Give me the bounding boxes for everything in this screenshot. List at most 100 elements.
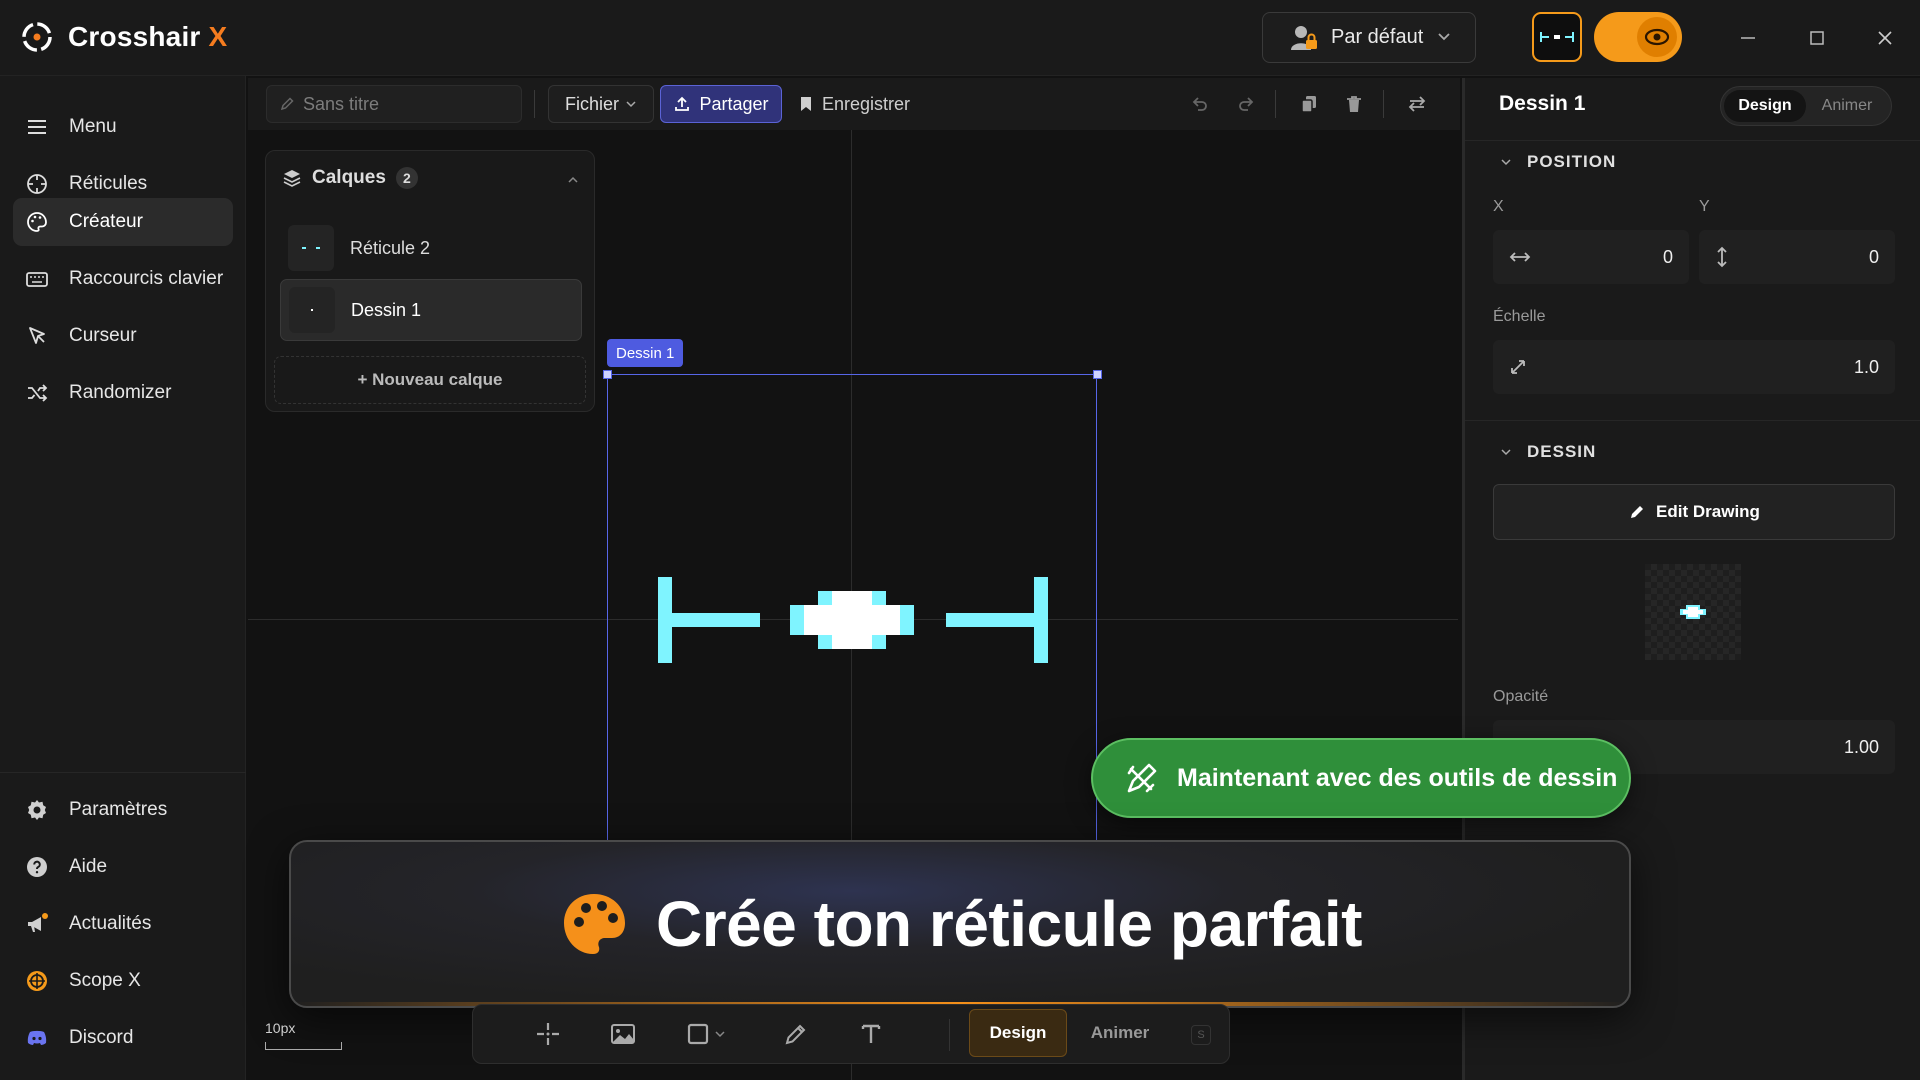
promo-banner: Crée ton réticule parfait — [289, 840, 1631, 1008]
app-name: Crosshair X — [68, 21, 228, 52]
resize-handle[interactable] — [603, 370, 612, 379]
drawing-tools-icon — [1127, 763, 1157, 793]
title-bar: Crosshair X Par défaut — [0, 0, 1920, 76]
panel-divider — [1465, 420, 1920, 421]
drawing-preview — [1645, 564, 1741, 660]
toolbar-divider — [1383, 90, 1384, 118]
layer-item[interactable]: Réticule 2 — [280, 217, 582, 279]
megaphone-icon — [28, 913, 48, 932]
canvas-scale-label: 10px — [265, 1020, 296, 1036]
tab-design[interactable]: Design — [1724, 90, 1806, 122]
gear-icon — [28, 800, 46, 820]
banner-headline: Crée ton réticule parfait — [656, 888, 1362, 960]
position-x-field[interactable]: 0 — [1493, 230, 1689, 284]
swap-icon[interactable] — [1404, 91, 1430, 117]
text-tool-icon[interactable] — [856, 1019, 886, 1049]
tab-design[interactable]: Design — [969, 1009, 1067, 1057]
cursor-icon — [29, 327, 45, 344]
trash-icon[interactable] — [1341, 91, 1367, 117]
image-icon[interactable] — [608, 1019, 638, 1049]
file-menu-button[interactable]: Fichier — [548, 85, 654, 123]
selection-label: Dessin 1 — [607, 339, 684, 367]
discord-icon — [27, 1030, 47, 1045]
drawing-section-header[interactable]: DESSIN — [1499, 442, 1596, 462]
user-lock-icon — [1291, 25, 1317, 50]
palette-icon — [27, 212, 47, 232]
crosshair-preview-button[interactable] — [1532, 12, 1582, 62]
sidebar-item-keybinds[interactable]: Raccourcis clavier — [13, 255, 233, 303]
sidebar-item-menu[interactable]: Menu — [13, 103, 233, 151]
y-label: Y — [1699, 198, 1710, 215]
sidebar-item-scope-x[interactable]: Scope X — [13, 957, 233, 1005]
sidebar-item-discord[interactable]: Discord — [13, 1014, 233, 1062]
x-label: X — [1493, 198, 1504, 215]
position-section-header[interactable]: POSITION — [1499, 152, 1616, 172]
sidebar-item-creator[interactable]: Créateur — [13, 198, 233, 246]
tab-animate[interactable]: Animer — [1071, 1009, 1169, 1057]
chevron-down-icon — [626, 101, 636, 108]
feature-toast: Maintenant avec des outils de dessin — [1091, 738, 1631, 818]
tab-animate[interactable]: Animer — [1806, 90, 1888, 122]
redo-icon[interactable] — [1233, 91, 1259, 117]
toolbar-divider — [1275, 90, 1276, 118]
toolbar-divider — [534, 90, 535, 118]
properties-title: Dessin 1 — [1499, 92, 1586, 115]
horizontal-arrows-icon — [1509, 252, 1531, 262]
palette-icon — [564, 894, 626, 954]
layers-header[interactable]: Calques 2 — [282, 167, 418, 189]
bookmark-icon — [801, 97, 811, 111]
save-button[interactable]: Enregistrer — [798, 85, 910, 123]
chevron-down-icon[interactable] — [711, 1019, 729, 1049]
panel-divider — [1465, 140, 1920, 141]
sidebar-item-settings[interactable]: Paramètres — [13, 786, 233, 834]
pencil-icon[interactable] — [781, 1019, 811, 1049]
upload-icon — [675, 96, 690, 111]
crosshair-drawing — [658, 577, 1048, 663]
chevron-down-icon — [1438, 33, 1450, 41]
layers-panel: Calques 2 Réticule 2 Dessin 1 + Nouveau … — [265, 150, 595, 412]
sidebar-item-cursor[interactable]: Curseur — [13, 312, 233, 360]
sidebar-item-help[interactable]: Aide — [13, 843, 233, 891]
close-icon[interactable] — [1867, 20, 1903, 56]
keyboard-icon — [26, 272, 48, 287]
menu-icon — [28, 120, 46, 134]
crosshair-preview-icon — [1540, 32, 1574, 42]
profile-label: Par défaut — [1331, 26, 1424, 48]
mode-toggle: Design Animer — [1720, 86, 1892, 126]
rectangle-tool-icon[interactable] — [683, 1019, 713, 1049]
shortcut-key-hint: S — [1191, 1025, 1211, 1045]
position-y-field[interactable]: 0 — [1699, 230, 1895, 284]
drawing-tools-bar: Design Animer S — [472, 1004, 1230, 1064]
help-icon — [27, 857, 47, 877]
new-layer-button[interactable]: + Nouveau calque — [274, 356, 586, 404]
share-button[interactable]: Partager — [660, 85, 782, 123]
sidebar-item-randomizer[interactable]: Randomizer — [13, 369, 233, 417]
layer-item[interactable]: Dessin 1 — [280, 279, 582, 341]
pencil-icon — [280, 97, 294, 111]
crosshair-tool-icon[interactable] — [533, 1019, 563, 1049]
brand: Crosshair X — [20, 20, 227, 54]
undo-icon[interactable] — [1187, 91, 1213, 117]
crosshair-logo-icon — [22, 22, 52, 52]
resize-handle[interactable] — [1093, 370, 1102, 379]
opacity-label: Opacité — [1493, 688, 1549, 705]
expand-icon — [1511, 360, 1525, 374]
sidebar-item-news[interactable]: Actualités — [13, 900, 233, 948]
shuffle-icon — [28, 384, 48, 402]
minimize-icon[interactable] — [1730, 20, 1766, 56]
drawing-title-input[interactable]: Sans titre — [266, 85, 522, 123]
overlay-toggle[interactable] — [1594, 12, 1682, 62]
profile-selector[interactable]: Par défaut — [1262, 12, 1476, 63]
maximize-icon[interactable] — [1799, 20, 1835, 56]
editor-toolbar: Sans titre Fichier Partager Enregistrer — [248, 78, 1460, 130]
scale-field[interactable]: 1.0 — [1493, 340, 1895, 394]
chevron-up-icon[interactable] — [566, 173, 580, 187]
toolbar-divider — [949, 1019, 950, 1051]
canvas-scale-bar — [265, 1042, 342, 1050]
edit-drawing-button[interactable]: Edit Drawing — [1493, 484, 1895, 540]
crosshair-icon — [27, 174, 47, 194]
duplicate-icon[interactable] — [1296, 91, 1322, 117]
layers-count-badge: 2 — [395, 167, 418, 189]
layers-icon — [283, 170, 301, 187]
sidebar-divider — [0, 772, 246, 773]
